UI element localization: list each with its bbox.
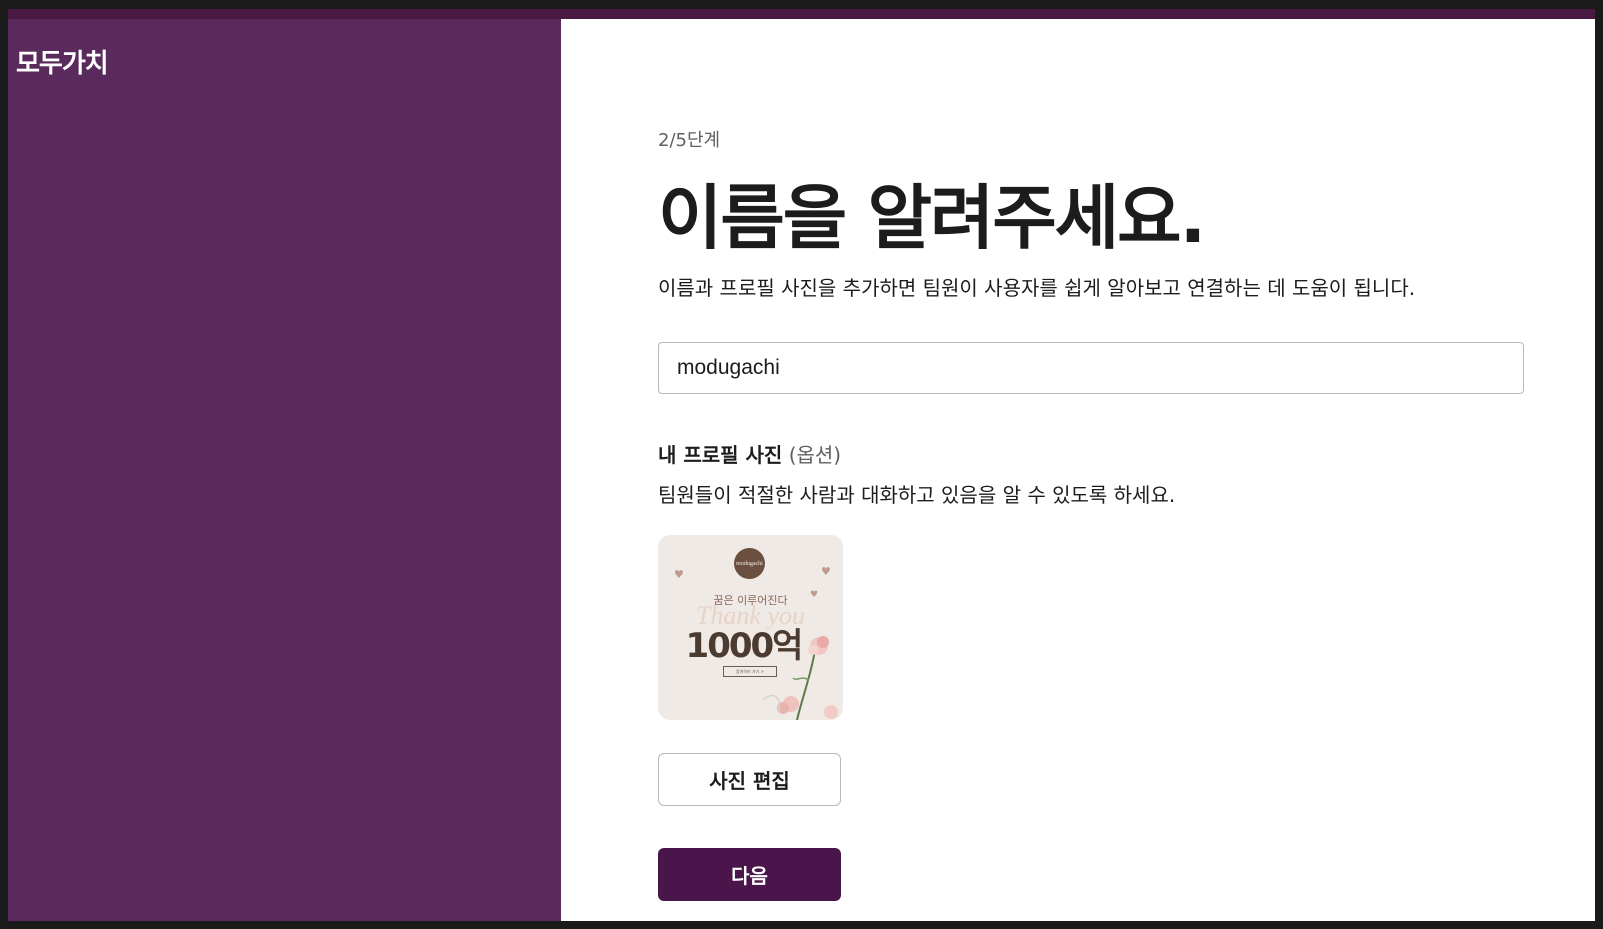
sidebar: 모두가치 [8,19,561,921]
profile-photo-heading-label: 내 프로필 사진 [658,443,783,467]
next-button[interactable]: 다음 [658,848,841,901]
brand-logo: modugachi [734,548,765,579]
optional-label: (옵션) [788,443,842,467]
heart-icon: ♥ [674,568,684,581]
profile-photo-heading: 내 프로필 사진 (옵션) [658,439,841,468]
profile-photo[interactable]: modugachi ♥ ♥ ♥ 꿈은 이루어진다 Thank you 1000억… [658,535,843,720]
name-input[interactable] [658,342,1524,394]
page-title: 이름을 알려주세요. [658,177,1206,259]
app-window: 모두가치 2/5단계 이름을 알려주세요. 이름과 프로필 사진을 추가하면 팀… [8,9,1595,921]
window-top-bar [8,9,1595,19]
profile-photo-description: 팀원들이 적절한 사람과 대화하고 있음을 알 수 있도록 하세요. [658,483,1176,507]
main-panel: 2/5단계 이름을 알려주세요. 이름과 프로필 사진을 추가하면 팀원이 사용… [561,19,1595,921]
page-subtitle: 이름과 프로필 사진을 추가하면 팀원이 사용자를 쉽게 알아보고 연결하는 데… [658,276,1416,300]
step-indicator: 2/5단계 [658,130,721,151]
edit-photo-button[interactable]: 사진 편집 [658,753,841,806]
workspace-name[interactable]: 모두가치 [16,43,109,80]
flower-icon [762,636,838,720]
heart-icon: ♥ [821,565,831,578]
